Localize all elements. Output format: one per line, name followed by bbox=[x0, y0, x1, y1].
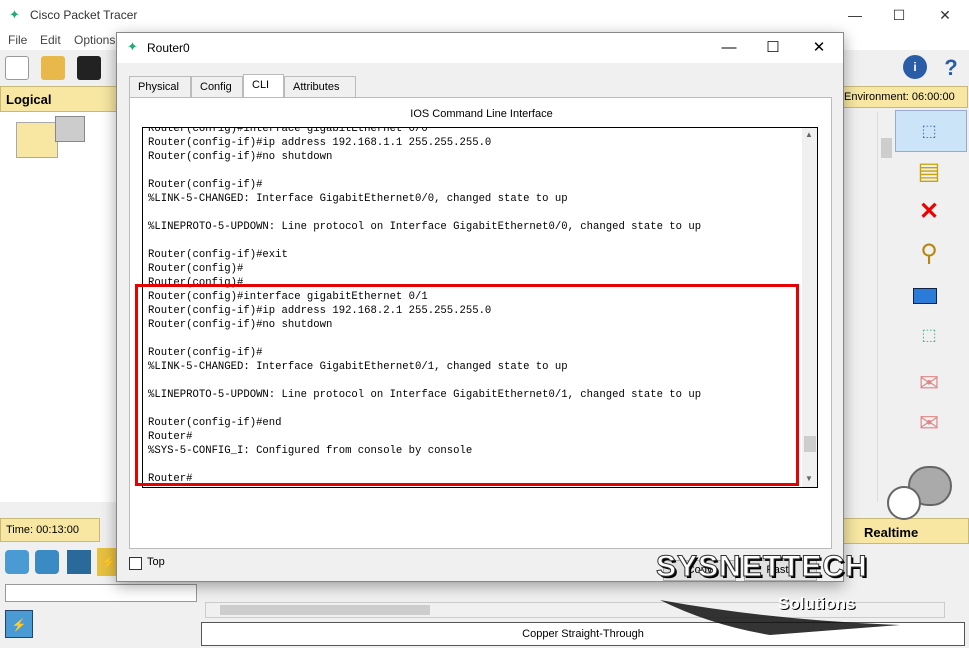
maximize-icon[interactable]: ☐ bbox=[879, 4, 919, 26]
cluster-icon[interactable] bbox=[55, 116, 85, 142]
help-icon[interactable]: ? bbox=[939, 55, 963, 80]
dialog-maximize-icon[interactable]: ☐ bbox=[751, 37, 795, 59]
workspace-scrollbar[interactable] bbox=[877, 112, 894, 502]
auto-connection-icon[interactable]: ⚡ bbox=[5, 610, 33, 638]
logical-label: Logical bbox=[6, 92, 52, 107]
logical-workspace[interactable] bbox=[0, 112, 117, 502]
draw-shape-icon[interactable] bbox=[913, 288, 937, 304]
tab-config[interactable]: Config bbox=[191, 76, 243, 98]
note-icon[interactable]: ▤ bbox=[915, 158, 943, 186]
terminal-line: Router(config-if)# bbox=[148, 179, 263, 191]
realtime-tab[interactable]: Realtime bbox=[843, 518, 969, 544]
device-categories: ⚡ bbox=[5, 548, 121, 578]
terminal-line: Router(config-if)#exit bbox=[148, 249, 288, 261]
menu-file[interactable]: File bbox=[8, 33, 27, 47]
highlight-box bbox=[135, 284, 799, 486]
save-icon[interactable] bbox=[77, 56, 101, 80]
stopwatch-icon[interactable] bbox=[887, 486, 921, 520]
terminal-line: %LINEPROTO-5-UPDOWN: Line protocol on In… bbox=[148, 221, 702, 233]
terminal-line: Router(config)# bbox=[148, 263, 244, 275]
tab-physical[interactable]: Physical bbox=[129, 76, 191, 98]
menu-edit[interactable]: Edit bbox=[40, 33, 61, 47]
dialog-close-icon[interactable]: ✕ bbox=[797, 37, 841, 59]
scroll-up-icon[interactable]: ▲ bbox=[805, 130, 813, 139]
info-icon[interactable]: i bbox=[903, 55, 927, 79]
new-file-icon[interactable] bbox=[5, 56, 29, 80]
top-checkbox[interactable] bbox=[129, 557, 142, 570]
device-search-field[interactable] bbox=[5, 584, 197, 602]
end-devices-category-icon[interactable] bbox=[67, 550, 91, 574]
terminal-scroll-thumb[interactable] bbox=[804, 436, 816, 452]
terminal-line: Router(config-if)#ip address 192.168.1.1… bbox=[148, 137, 492, 149]
watermark-brand: SYSNETTECH bbox=[656, 550, 868, 584]
watermark-swoosh-icon bbox=[660, 600, 900, 635]
logical-tab[interactable]: Logical bbox=[0, 86, 118, 112]
app-title: Cisco Packet Tracer bbox=[30, 8, 138, 22]
cli-heading: IOS Command Line Interface bbox=[410, 108, 553, 120]
scroll-down-icon[interactable]: ▼ bbox=[805, 474, 813, 483]
terminal-line: %LINK-5-CHANGED: Interface GigabitEthern… bbox=[148, 193, 568, 205]
select-icon[interactable]: ⬚ bbox=[915, 118, 943, 146]
close-icon[interactable]: ✕ bbox=[925, 4, 965, 26]
menu-options[interactable]: Options bbox=[74, 33, 115, 47]
tab-attributes[interactable]: Attributes bbox=[284, 76, 356, 98]
tab-cli[interactable]: CLI bbox=[243, 74, 284, 98]
delete-icon[interactable]: ✕ bbox=[915, 198, 943, 226]
switches-category-icon[interactable] bbox=[35, 550, 59, 574]
packet-tracer-logo-icon: ✦ bbox=[9, 7, 20, 22]
router-icon: ✦ bbox=[127, 39, 138, 54]
dialog-titlebar: ✦ Router0 — ☐ ✕ bbox=[117, 33, 843, 63]
dialog-minimize-icon[interactable]: — bbox=[707, 37, 751, 59]
realtime-label: Realtime bbox=[864, 525, 919, 540]
minimize-icon[interactable]: — bbox=[835, 4, 875, 26]
add-complex-pdu-icon[interactable]: ✉ bbox=[915, 410, 943, 438]
terminal-scrollbar[interactable]: ▲ ▼ bbox=[802, 128, 817, 487]
environment-clock: Environment: 06:00:00 bbox=[840, 86, 968, 108]
dialog-title: Router0 bbox=[147, 41, 190, 55]
terminal-line: Router(config-if)#no shutdown bbox=[148, 151, 333, 163]
app-titlebar: ✦ Cisco Packet Tracer — ☐ ✕ bbox=[0, 0, 969, 30]
terminal-line: Router(config)#interface gigabitEthernet… bbox=[148, 127, 428, 135]
top-checkbox-label: Top bbox=[147, 556, 165, 568]
time-display: Time: 00:13:00 bbox=[0, 518, 100, 542]
add-simple-pdu-icon[interactable]: ✉ bbox=[915, 370, 943, 398]
inspect-icon[interactable]: ⚲ bbox=[915, 240, 943, 268]
logical-view-icon[interactable] bbox=[16, 122, 58, 158]
open-folder-icon[interactable] bbox=[41, 56, 65, 80]
resize-icon[interactable]: ⬚ bbox=[915, 322, 943, 350]
routers-category-icon[interactable] bbox=[5, 550, 29, 574]
